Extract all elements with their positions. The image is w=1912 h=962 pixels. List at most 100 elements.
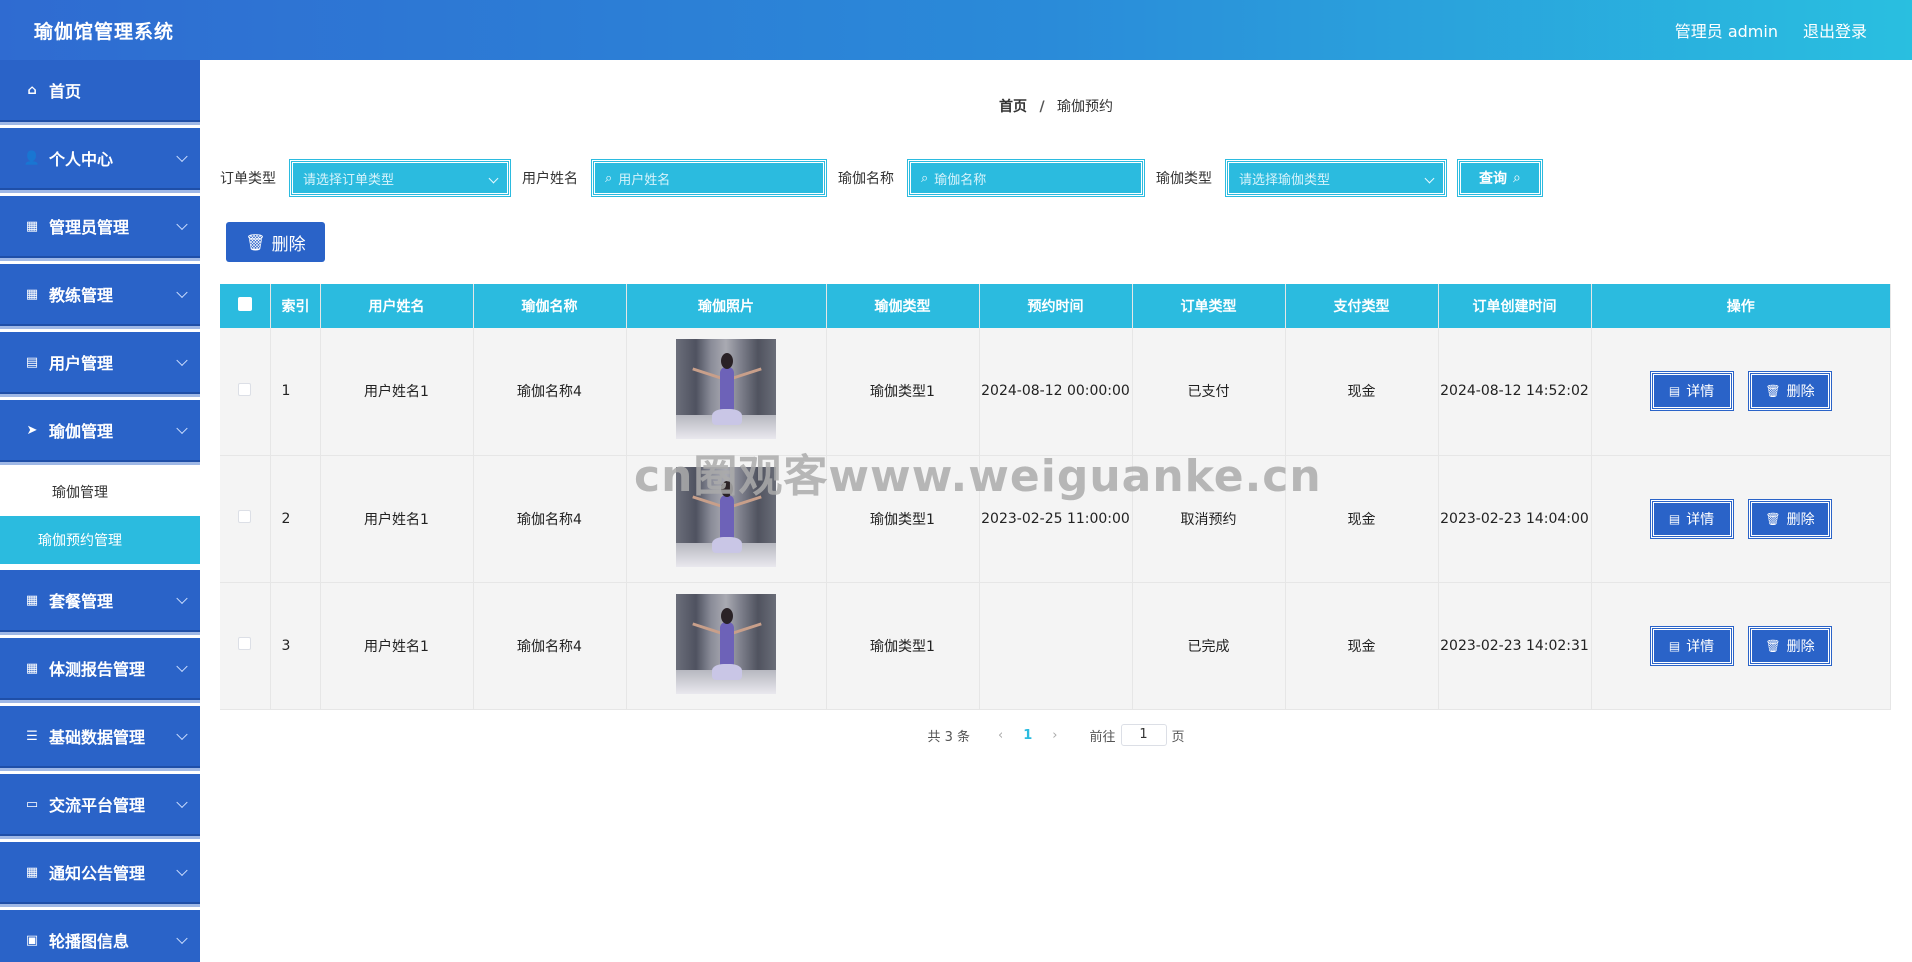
sidebar-item-carousel[interactable]: ▣ 轮播图信息 [0,910,200,962]
sidebar-item-basic-data[interactable]: ☰ 基础数据管理 [0,706,200,768]
cell-pay-type: 现金 [1285,582,1439,710]
goto-page-input[interactable]: 1 [1120,724,1167,746]
batch-delete-button[interactable]: 🗑 删除 [226,222,325,262]
sidebar-item-home[interactable]: ⌂ 首页 [0,60,200,122]
detail-button[interactable]: ▤ 详情 [1649,371,1734,412]
sidebar-item-label: 瑜伽管理 [49,422,114,441]
sidebar-item-label: 套餐管理 [49,592,114,611]
submenu-item-yoga-booking[interactable]: 瑜伽预约管理 [0,516,200,564]
next-page-icon[interactable]: › [1052,728,1057,743]
user-name-placeholder: 用户姓名 [618,172,671,188]
sidebar-item-label: 用户管理 [49,354,114,373]
row-checkbox[interactable] [238,510,252,523]
goto-label: 前往 [1089,729,1116,745]
cell-photo [626,582,827,710]
yoga-photo[interactable] [676,339,776,440]
submenu-item-yoga-manage[interactable]: 瑜伽管理 [0,468,200,516]
order-type-label: 订单类型 [220,171,276,187]
sidebar-item-label: 首页 [49,82,82,101]
sidebar-item-admins[interactable]: ▦ 管理员管理 [0,196,200,258]
cell-order-type: 取消预约 [1132,455,1286,583]
yoga-type-select[interactable]: 请选择瑜伽类型 [1225,159,1447,197]
chevron-down-icon [176,796,188,809]
cell-yoga-name: 瑜伽名称4 [473,582,627,710]
sidebar-item-profile[interactable]: 👤 个人中心 [0,128,200,190]
grid-icon: ▦ [25,864,39,880]
yoga-name-input[interactable]: ⌕ 瑜伽名称 [907,159,1145,197]
sidebar-item-forum[interactable]: ▭ 交流平台管理 [0,774,200,836]
checkbox-box[interactable] [237,297,252,311]
cell-user: 用户姓名1 [320,582,474,710]
logout-button[interactable]: 退出登录 [1803,18,1867,42]
cell-order-type: 已支付 [1132,328,1286,456]
col-actions: 操作 [1591,284,1891,328]
col-order-type: 订单类型 [1132,284,1286,328]
booking-table: 索引 用户姓名 瑜伽名称 瑜伽照片 瑜伽类型 预约时间 订单类型 支付类型 订单… [220,284,1891,710]
yoga-type-label: 瑜伽类型 [1156,171,1212,187]
row-checkbox[interactable] [238,382,252,396]
cell-yoga-name: 瑜伽名称4 [473,455,627,583]
sidebar-item-label: 基础数据管理 [49,728,146,747]
order-type-select[interactable]: 请选择订单类型 [289,159,511,197]
yoga-photo[interactable] [676,466,776,567]
sidebar-item-coaches[interactable]: ▦ 教练管理 [0,264,200,326]
row-checkbox[interactable] [238,637,252,650]
yoga-name-placeholder: 瑜伽名称 [934,172,987,188]
prev-page-icon[interactable]: ‹ [998,728,1003,743]
sidebar-item-yoga[interactable]: ➤ 瑜伽管理 [0,400,200,462]
delete-label: 删除 [1786,638,1815,655]
row-checkbox-cell [220,455,271,583]
grid-icon: ▦ [25,218,39,234]
trash-icon: 🗑 [1765,384,1781,399]
cell-user: 用户姓名1 [320,455,474,583]
sidebar: ⌂ 首页 👤 个人中心 ▦ 管理员管理 ▦ 教练管理 ▤ 用户管理 ➤ 瑜伽管理… [0,60,200,962]
admin-user-label[interactable]: 管理员 admin [1675,18,1778,42]
sidebar-item-reports[interactable]: ▦ 体测报告管理 [0,638,200,700]
cell-created: 2023-02-23 14:04:00 [1438,455,1592,583]
detail-label: 详情 [1686,384,1715,401]
search-icon: ⌕ [921,170,929,186]
search-icon: ⌕ [1513,170,1521,186]
sidebar-item-label: 通知公告管理 [49,864,146,883]
user-name-input[interactable]: ⌕ 用户姓名 [591,159,827,197]
delete-button[interactable]: 🗑 删除 [1747,625,1832,666]
send-icon: ➤ [26,422,38,438]
col-user: 用户姓名 [320,284,474,328]
table-row: 3 用户姓名1 瑜伽名称4 瑜伽类型1 已完成 现金 2023-02-23 14… [220,582,1891,710]
sidebar-item-label: 交流平台管理 [49,796,146,815]
detail-button[interactable]: ▤ 详情 [1649,498,1734,539]
col-created: 订单创建时间 [1438,284,1592,328]
breadcrumb-home[interactable]: 首页 [999,99,1027,115]
delete-button[interactable]: 🗑 删除 [1747,371,1832,412]
sidebar-item-notices[interactable]: ▦ 通知公告管理 [0,842,200,904]
select-all-checkbox[interactable] [220,284,271,328]
document-icon: ▤ [1668,511,1681,526]
sidebar-item-users[interactable]: ▤ 用户管理 [0,332,200,394]
detail-button[interactable]: ▤ 详情 [1649,625,1734,666]
col-index: 索引 [270,284,321,328]
cell-pay-type: 现金 [1285,455,1439,583]
breadcrumb-current: 瑜伽预约 [1057,99,1114,115]
table-header-row: 索引 用户姓名 瑜伽名称 瑜伽照片 瑜伽类型 预约时间 订单类型 支付类型 订单… [220,284,1891,328]
cell-photo [626,455,827,583]
breadcrumb-separator: / [1039,99,1045,115]
chevron-down-icon [176,660,188,673]
grid-icon: ▦ [25,286,39,302]
trash-icon: 🗑 [1765,638,1781,653]
cell-appt-time: 2024-08-12 00:00:00 [979,328,1133,456]
cell-actions: ▤ 详情 🗑 删除 [1591,455,1891,583]
sidebar-item-packages[interactable]: ▦ 套餐管理 [0,570,200,632]
monitor-icon: ▭ [25,796,39,812]
chevron-down-icon [176,932,188,945]
page-number[interactable]: 1 [1023,728,1032,743]
detail-label: 详情 [1686,638,1715,655]
yoga-photo[interactable] [676,593,776,694]
trash-icon: 🗑 [1765,511,1781,526]
pagination: 共 3 条 ‹ 1 › 前往 1 页 [200,724,1912,746]
delete-label: 删除 [1786,384,1815,401]
query-button[interactable]: 查询 ⌕ [1457,159,1543,197]
cell-yoga-type: 瑜伽类型1 [826,328,980,456]
table-row: 2 用户姓名1 瑜伽名称4 瑜伽类型1 2023-02-25 11:00:00 … [220,455,1891,583]
delete-button[interactable]: 🗑 删除 [1747,498,1832,539]
yoga-submenu: 瑜伽管理 瑜伽预约管理 [0,468,200,564]
